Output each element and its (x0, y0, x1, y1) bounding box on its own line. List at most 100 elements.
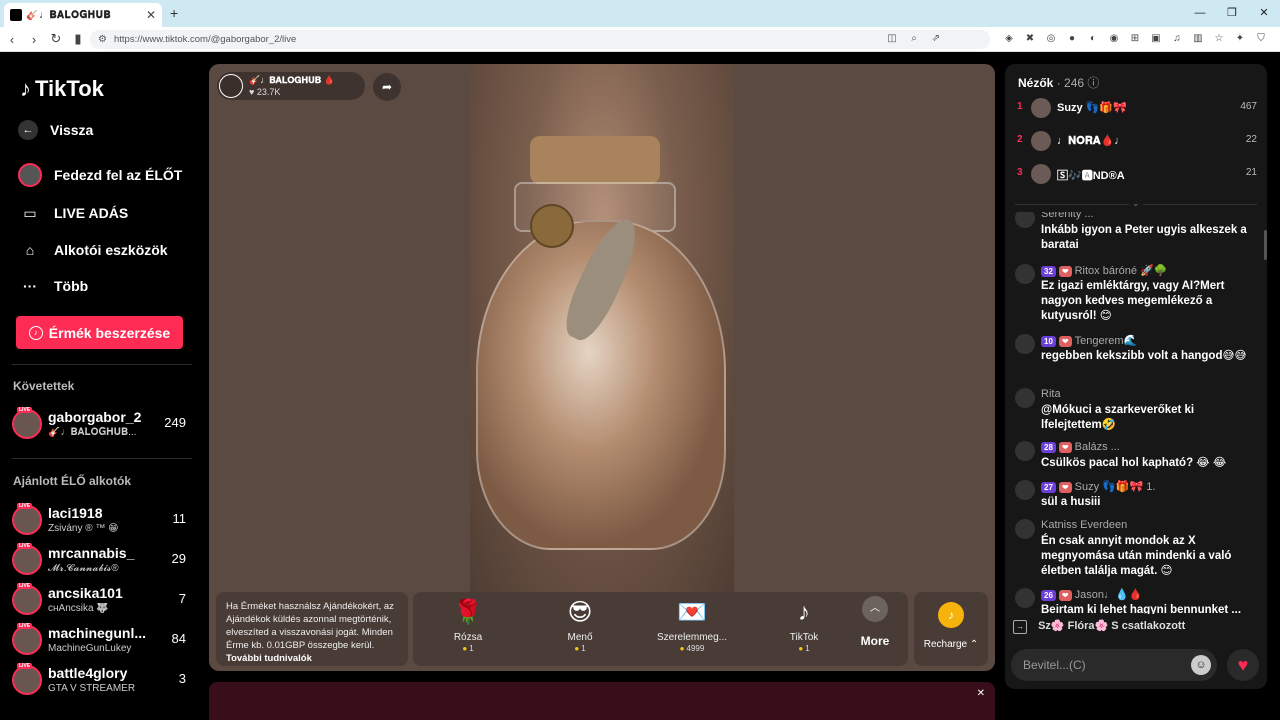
message-author[interactable]: 27 ❤ Suzy 👣🎁🎀 1. (1041, 480, 1155, 493)
site-info-icon[interactable]: ⚙ (98, 30, 107, 49)
extension-icon[interactable]: ◐ (1086, 31, 1100, 47)
extension-icon[interactable]: ◉ (1107, 31, 1121, 47)
new-tab-button[interactable]: + (170, 5, 178, 21)
divider (12, 364, 192, 365)
creator-subtitle: 𝓜𝓻.𝓒𝓪𝓷𝓷𝓪𝓫𝓲𝓼® (48, 563, 119, 574)
message-author[interactable]: Katniss Everdeen (1041, 519, 1127, 531)
gift-item[interactable]: 😎 Menő 1 (535, 598, 625, 653)
nav-live[interactable]: ▭ LIVE ADÁS (18, 201, 128, 225)
viewers-header[interactable]: Nézők · 246 ⓘ (1018, 74, 1099, 91)
author-name: Suzy 👣🎁🎀 1. (1074, 481, 1156, 493)
gift-item[interactable]: ♪ TikTok 1 (759, 598, 849, 653)
address-bar[interactable]: ⚙ https://www.tiktok.com/@gaborgabor_2/l… (90, 30, 990, 49)
creator-name: gaborgabor_2 (48, 409, 142, 425)
close-tab-icon[interactable]: ✕ (146, 8, 156, 22)
message-author[interactable]: 26 ❤ Jason♩💧🩸 (1041, 588, 1142, 601)
viewer-count: 29 (171, 551, 186, 566)
join-notification: → Sz🌸 Flóra🌸 S csatlakozott (1013, 619, 1185, 634)
chat-scrollbar[interactable] (1264, 230, 1267, 260)
bookmark-icon[interactable]: ▮ (68, 31, 88, 47)
tiktok-icon: ♪ (798, 599, 810, 626)
nav-creator-tools[interactable]: ⌂ Alkotói eszközök (18, 238, 168, 262)
ellipsis-icon: ··· (23, 278, 37, 294)
viewer-name: 🅂🎶🅰ND®A (1057, 170, 1125, 182)
following-creator[interactable]: LIVE gaborgabor_2 🎸♩𝐁𝐀𝐋𝐎𝐆𝐇𝐔𝐁... 249 (12, 407, 188, 443)
close-icon[interactable]: ✕ (977, 688, 985, 699)
host-avatar[interactable] (219, 74, 243, 98)
minimize-button[interactable]: — (1184, 0, 1216, 27)
reload-icon[interactable]: ↻ (46, 31, 66, 47)
notice-link[interactable]: További tudnivalók (226, 653, 312, 664)
tiktok-logo[interactable]: ♪ TikTok (20, 76, 104, 102)
coin-icon: ♪ (938, 602, 964, 628)
maximize-button[interactable]: ❐ (1216, 0, 1248, 27)
extension-icon[interactable]: ⊞ (1128, 31, 1142, 47)
sidebar-icon[interactable]: ▥ (1191, 31, 1205, 47)
recommended-creator[interactable]: LIVE ancsika101 ᴄʜAncsika 🐺 7 (12, 583, 188, 619)
recommended-creator[interactable]: LIVE battle4glory GTA V STREAMER 3 (12, 663, 188, 699)
avatar (12, 625, 42, 655)
recommended-creator[interactable]: LIVE mrcannabis_ 𝓜𝓻.𝓒𝓪𝓷𝓷𝓪𝓫𝓲𝓼® 29 (12, 543, 188, 579)
extensions-icon[interactable]: ✦ (1233, 31, 1247, 47)
music-icon[interactable]: ♫ (1170, 31, 1184, 47)
chat-input[interactable]: Bevitel...(C) (1011, 649, 1217, 681)
browser-tab[interactable]: 🎸♩𝐁𝐀𝐋𝐎𝐆𝐇𝐔𝐁 ✕ (4, 3, 162, 27)
recommended-creator[interactable]: LIVE laci1918 Zsivány ® ™ 😁 11 (12, 503, 188, 539)
top-viewer-row[interactable]: 1 Suzy 👣🎁🎀 467 (1017, 97, 1257, 119)
message-author[interactable]: 32 ❤ Ritox báróné 🚀🌳 (1041, 264, 1167, 277)
extension-icon[interactable]: ▣ (1149, 31, 1163, 47)
shield-icon[interactable]: ⛉ (1254, 31, 1268, 47)
live-badge: LIVE (17, 503, 33, 509)
back-icon[interactable]: ‹ (2, 32, 22, 47)
share-icon[interactable]: ⇗ (928, 31, 944, 47)
menu-icon[interactable]: ⋮ (1275, 31, 1280, 47)
message-author[interactable]: 10 ❤ Tengerem🌊 (1041, 334, 1137, 347)
heart-badge: ❤ (1058, 590, 1072, 601)
share-icon[interactable]: ➦ (373, 73, 401, 101)
favorites-icon[interactable]: ☆ (1212, 31, 1226, 47)
recommended-title: Ajánlott ÉLŐ alkotók (13, 474, 132, 488)
message-text: @Mókuci a szarkeverőket ki lfelejtettem🤣 (1041, 404, 1195, 431)
recommended-creator[interactable]: LIVE machinegunl... MachineGunLukey 84 (12, 623, 188, 659)
reader-icon[interactable]: ◫ (884, 31, 900, 47)
top-viewer-row[interactable]: 2 ♩𝐍𝐎𝐑𝐀🩸♩ 22 (1017, 130, 1257, 152)
viewers-label: Nézők (1018, 76, 1054, 90)
gift-item[interactable]: 🌹 Rózsa 1 (423, 598, 513, 653)
nav-more[interactable]: ··· Több (18, 274, 88, 298)
address-bar-actions: ◫ ⌕ ⇗ (884, 31, 944, 47)
heart-icon[interactable]: ♥ (1227, 649, 1259, 681)
recharge-button[interactable]: ♪ Recharge ⌃ (914, 592, 988, 666)
viewer-count: 84 (171, 631, 186, 646)
nav-explore-live[interactable]: Fedezd fel az ÉLŐT (18, 163, 182, 187)
gift-name: Szerelemmeg... (656, 632, 728, 643)
message-author[interactable]: 28 ❤ Balázs ... (1041, 441, 1120, 453)
viewer-score: 22 (1245, 134, 1257, 145)
help-icon[interactable]: ⓘ (1087, 76, 1099, 90)
host-info[interactable]: 🎸♩𝐁𝐀𝐋𝐎𝐆𝐇𝐔𝐁 🩸 ♥ 23.7K (217, 72, 365, 100)
close-window-button[interactable]: ✕ (1248, 0, 1280, 27)
emoji-icon[interactable]: ☺ (1191, 655, 1211, 675)
extension-icon[interactable]: ◈ (1002, 31, 1016, 47)
buy-coins-button[interactable]: ♪ Érmék beszerzése (16, 316, 183, 349)
creator-name: ancsika101 (48, 585, 123, 601)
chevron-down-icon[interactable]: ⌄ (1129, 198, 1143, 209)
more-gifts-button[interactable]: ︿ More (850, 596, 900, 648)
gift-item[interactable]: 💌 Szerelemmeg... 4999 (647, 598, 737, 653)
extension-icon[interactable]: ● (1065, 31, 1079, 47)
nav-back[interactable]: ← Vissza (18, 120, 93, 140)
avatar (12, 409, 42, 439)
creator-name: machinegunl... (48, 625, 147, 641)
extension-icon[interactable]: ◎ (1044, 31, 1058, 47)
message-text: Én csak annyit mondok az X megnyomása ut… (1041, 535, 1232, 577)
live-video-player[interactable]: 🎸♩𝐁𝐀𝐋𝐎𝐆𝐇𝐔𝐁 🩸 ♥ 23.7K ➦ Ha Érméket haszná… (209, 64, 995, 671)
zoom-icon[interactable]: ⌕ (906, 31, 922, 47)
extension-icon[interactable]: ✖ (1023, 31, 1037, 47)
top-viewer-row[interactable]: 3 🅂🎶🅰ND®A 21 (1017, 163, 1257, 185)
logo-text: TikTok (35, 76, 104, 101)
message-author[interactable]: Serenity ... (1041, 212, 1094, 220)
message-author[interactable]: Rita (1041, 388, 1061, 400)
arrow-left-icon: ← (18, 120, 38, 140)
viewer-score: 467 (1240, 101, 1257, 112)
message-text: Csülkös pacal hol kapható? 😂 😂 (1041, 457, 1227, 469)
forward-icon[interactable]: › (24, 32, 44, 47)
